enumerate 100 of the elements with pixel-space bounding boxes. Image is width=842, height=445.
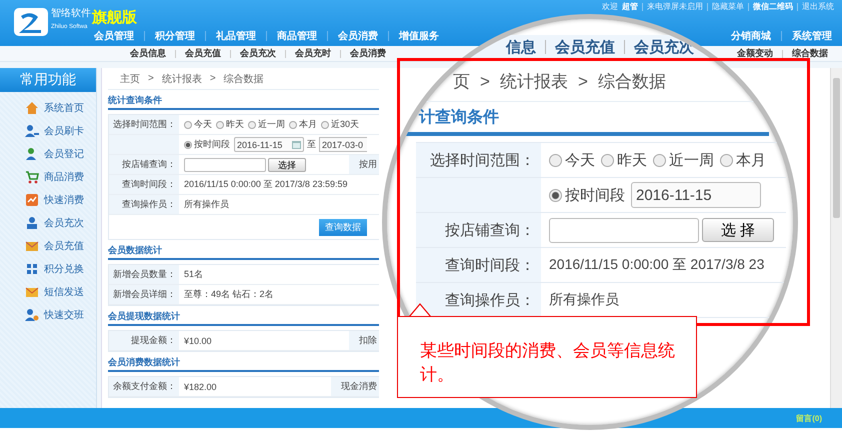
date-field[interactable]: 2017-03-0 [319,137,367,152]
radio-button[interactable] [248,120,256,128]
user-name: 超管 [622,2,638,12]
sidebar-item[interactable]: 会员充值 [0,234,96,257]
section-title: 会员提现数据统计 [108,309,379,326]
callout-text: 某些时间段的消费、会员等信息统计。 [420,340,676,386]
radio-label[interactable]: 近一周 [669,150,714,170]
stat-value: ¥10.00 [184,336,213,346]
sidebar-item[interactable]: 系统首页 [0,96,96,119]
field-label: 按用 [349,155,379,174]
nav-tab[interactable]: 增值服务 [397,26,441,46]
radio-label[interactable]: 今天 [565,150,595,170]
radio-button[interactable] [184,140,192,148]
date-field[interactable]: 2016-11-15 [631,182,761,208]
radio-label[interactable]: 近30天 [331,118,360,131]
breadcrumb-separator: > [480,72,490,92]
radio-button[interactable] [601,154,614,166]
period-value: 2016/11/15 0:00:00 至 2017/3/8 23:59:59 [184,178,348,191]
radio-label[interactable]: 昨天 [226,118,244,131]
people-icon [25,308,39,322]
person-icon [25,124,39,138]
nav-tab[interactable]: 分销商城 [729,26,773,46]
breadcrumb-link[interactable]: 综合数据 [598,70,666,93]
radio-label[interactable]: 按时间段 [565,186,625,204]
scrollbar[interactable] [830,68,842,408]
logo-icon [14,8,48,36]
sidebar-item[interactable]: 积分兑换 [0,257,96,280]
shop-field[interactable] [549,218,699,242]
field-label: 扣除 [349,331,379,350]
radio-button[interactable] [321,120,329,128]
select-button[interactable]: 选择 [268,158,306,172]
breadcrumb-link[interactable]: 统计报表 [162,72,202,86]
nav-tab[interactable]: 商品管理 [275,26,319,46]
breadcrumb-separator: > [578,72,588,92]
sub-nav-link[interactable]: 金额变动 [735,47,775,60]
radio-button[interactable] [549,188,562,202]
sub-nav-link[interactable]: 会员消费 [348,47,388,60]
sub-nav-link[interactable]: 会员充时 [293,47,333,60]
field-label: 按店铺查询： [109,155,179,174]
sub-nav-link[interactable]: 会员充次 [238,47,278,60]
sidebar-item[interactable]: 商品消费 [0,165,96,188]
radio-label[interactable]: 本月 [736,150,766,170]
radio-label[interactable]: 近一周 [258,118,285,131]
sub-nav-link[interactable]: 信息 [506,38,536,56]
scrollbar-thumb[interactable] [833,78,840,218]
envelope-icon [25,284,39,298]
field-label: 余额支付金额： [109,377,179,396]
field-label: 选择时间范围： [416,143,541,177]
person-icon [25,216,39,230]
sidebar-item[interactable]: 会员刷卡 [0,119,96,142]
field-label: 新增会员数量： [109,265,179,284]
date-field[interactable]: 2016-11-15 [234,137,304,152]
breadcrumb-separator: > [210,73,216,84]
field-label: 查询时间段： [416,248,541,282]
radio-button[interactable] [216,120,224,128]
field-label: 提现金额： [109,331,179,350]
sidebar-item[interactable]: 会员登记 [0,142,96,165]
shop-field[interactable] [184,158,266,172]
field-label: 按店铺查询： [416,213,541,247]
operator-value: 所有操作员 [549,291,619,309]
breadcrumb-separator: > [148,73,154,84]
nav-tab[interactable]: 会员消费 [336,26,380,46]
radio-label[interactable]: 本月 [299,118,317,131]
sidebar-item[interactable]: 会员充次 [0,211,96,234]
welcome-text: 欢迎 [602,2,618,12]
nav-tab[interactable]: 积分管理 [153,26,197,46]
sub-nav-link[interactable]: 综合数据 [790,47,830,60]
stat-value: 51名 [184,268,204,281]
field-label: 查询时间段： [109,175,179,194]
edition-label: 旗舰版 [92,10,137,26]
breadcrumb-link[interactable]: 主页 [120,72,140,86]
radio-button[interactable] [720,154,733,166]
stat-value: ¥182.00 [184,382,218,392]
nav-tab[interactable]: 会员管理 [92,26,136,46]
select-button[interactable]: 选 择 [702,218,774,242]
breadcrumb-link[interactable]: 页 [453,70,470,93]
radio-button[interactable] [549,154,562,166]
nav-tab[interactable]: 系统管理 [790,26,834,46]
sub-nav-link[interactable]: 会员信息 [128,47,168,60]
person-icon [25,146,39,160]
cart-icon [25,170,39,184]
radio-label[interactable]: 今天 [194,118,212,131]
radio-button[interactable] [184,120,192,128]
stat-value: 至尊：49名 钻石：2名 [184,288,275,301]
sidebar-item[interactable]: 快速消费 [0,188,96,211]
sub-nav-link[interactable]: 会员充值 [555,38,615,56]
sidebar-item[interactable]: 短信发送 [0,280,96,303]
period-value: 2016/11/15 0:00:00 至 2017/3/8 23 [549,256,764,274]
radio-button[interactable] [289,120,297,128]
operator-value: 所有操作员 [184,198,229,211]
breadcrumb-link[interactable]: 综合数据 [224,72,264,86]
field-label: 新增会员详细： [109,285,179,304]
radio-button[interactable] [653,154,666,166]
radio-label[interactable]: 按时间段 [194,138,230,151]
sub-nav-link[interactable]: 会员充值 [183,47,223,60]
nav-tab[interactable]: 礼品管理 [214,26,258,46]
radio-label[interactable]: 昨天 [617,150,647,170]
sidebar-item[interactable]: 快速交班 [0,303,96,326]
field-label: 现金消费 [331,377,379,396]
breadcrumb-link[interactable]: 统计报表 [500,70,568,93]
